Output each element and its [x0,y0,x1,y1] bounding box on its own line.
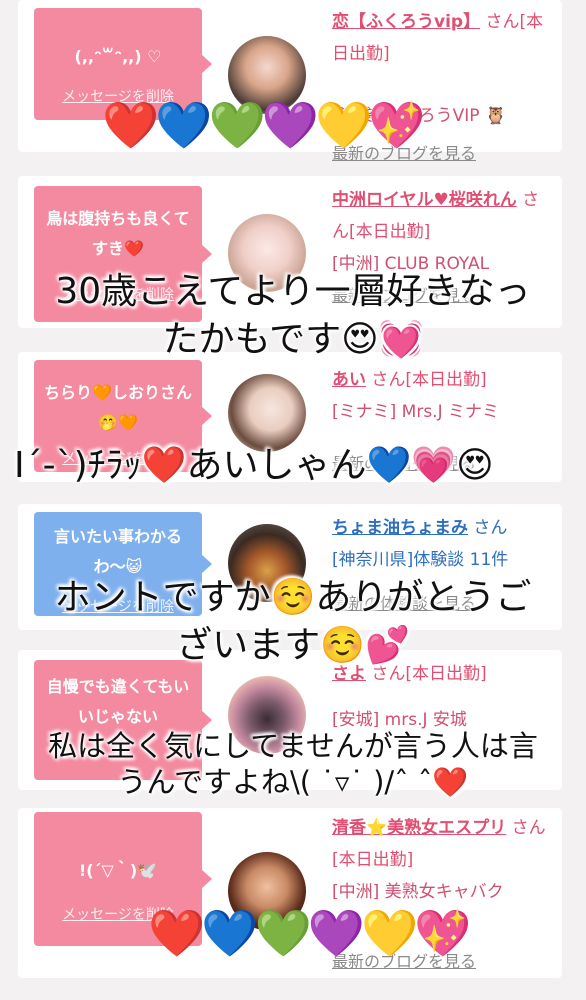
profile-name-link[interactable]: 清香⭐美熟女エスプリ [332,818,506,838]
profile-info: 恋【ふくろうvip】 さん[本日出勤] [池袋] ふくろうVIP 🦉 最新のブロ… [332,6,548,170]
avatar[interactable] [228,36,306,114]
name-suffix: さん[本日出勤] [371,664,487,684]
delete-message-link[interactable]: メッセージを削除 [34,286,202,304]
latest-review-link[interactable]: 最新の体験談を見る [332,588,548,620]
latest-blog-link[interactable]: 最新のブログを見る [332,138,548,170]
profile-info: 清香⭐美熟女エスプリ さん[本日出勤] [中洲] 美熟女キャバク 最新のブログを… [332,812,548,978]
profile-name-link[interactable]: さよ [332,664,366,684]
message-text: !(´▽｀)🕊️ [78,861,158,880]
delete-message-link[interactable]: メッセージを削除 [34,906,202,924]
avatar[interactable] [228,852,306,930]
shop-area[interactable]: [安城] mrs.J 安城 [332,704,548,736]
delete-message-link[interactable]: メッセージを削除 [34,88,202,106]
shop-area[interactable]: [中洲] 美熟女キャバク [332,876,548,908]
avatar[interactable] [228,374,306,452]
profile-name-link[interactable]: あい [332,370,366,390]
follow-card: 鳥は腹持ちも良くてすき❤️ メッセージを削除 中洲ロイヤル♥桜咲れん さん[本日… [18,176,562,328]
profile-info: あい さん[本日出勤] [ミナミ] Mrs.J ミナミ 最新のブログを見る [332,364,548,480]
shop-area[interactable]: [神奈川県]体験談 11件 [332,544,548,576]
shop-area[interactable]: [池袋] ふくろうVIP 🦉 [332,100,548,132]
latest-blog-link[interactable]: 最新のブログを見る [332,280,548,312]
delete-message-link[interactable]: メッセージを削除 [34,450,202,468]
name-suffix: さん[本日出勤] [371,370,487,390]
profile-name-link[interactable]: 恋【ふくろうvip】 [332,12,480,32]
follow-card: (,,ᵔ꒳ᵔ,,) ♡ メッセージを削除 恋【ふくろうvip】 さん[本日出勤]… [18,0,562,163]
latest-blog-link[interactable]: 最新のブログを見る [332,946,548,978]
message-text: 言いたい事わかるわ〜😺 [53,527,182,576]
latest-blog-link[interactable]: 最新のブログを見る [332,448,548,480]
profile-info: ちょま油ちょまみ さん [神奈川県]体験談 11件 最新の体験談を見る [332,512,548,620]
message-bubble[interactable]: ちらり🧡しおりさん🤭🧡 メッセージを削除 [34,360,212,472]
delete-message-link[interactable]: メッセージを削除 [34,598,202,616]
profile-info: 中洲ロイヤル♥桜咲れん さん[本日出勤] [中洲] CLUB ROYAL 最新の… [332,184,548,312]
avatar[interactable] [228,676,306,754]
profile-name-link[interactable]: 中洲ロイヤル♥桜咲れん [332,190,517,210]
message-bubble[interactable]: 自慢でも違くてもいいじゃない [34,660,212,780]
follow-card: !(´▽｀)🕊️ メッセージを削除 清香⭐美熟女エスプリ さん[本日出勤] [中… [18,808,562,978]
message-bubble[interactable]: 言いたい事わかるわ〜😺 メッセージを削除 [34,512,212,616]
avatar[interactable] [228,214,306,292]
shop-area[interactable]: [ミナミ] Mrs.J ミナミ [332,396,548,428]
avatar[interactable] [228,524,306,602]
profile-name-link[interactable]: ちょま油ちょまみ [332,518,468,538]
message-text: 自慢でも違くてもいいじゃない [46,677,190,726]
follow-card: ちらり🧡しおりさん🤭🧡 メッセージを削除 あい さん[本日出勤] [ミナミ] M… [18,352,562,482]
message-text: 鳥は腹持ちも良くてすき❤️ [46,209,190,258]
shop-area[interactable]: [中洲] CLUB ROYAL [332,248,548,280]
message-bubble[interactable]: !(´▽｀)🕊️ メッセージを削除 [34,812,212,946]
message-bubble[interactable]: 鳥は腹持ちも良くてすき❤️ メッセージを削除 [34,186,212,322]
follow-card: 自慢でも違くてもいいじゃない さよ さん[本日出勤] [安城] mrs.J 安城 [18,650,562,790]
name-suffix: さん [473,518,508,538]
profile-info: さよ さん[本日出勤] [安城] mrs.J 安城 [332,658,548,736]
message-text: ちらり🧡しおりさん🤭🧡 [44,383,192,432]
message-text: (,,ᵔ꒳ᵔ,,) ♡ [74,47,162,66]
message-bubble[interactable]: (,,ᵔ꒳ᵔ,,) ♡ メッセージを削除 [34,8,212,120]
follow-card: 言いたい事わかるわ〜😺 メッセージを削除 ちょま油ちょまみ さん [神奈川県]体… [18,504,562,630]
